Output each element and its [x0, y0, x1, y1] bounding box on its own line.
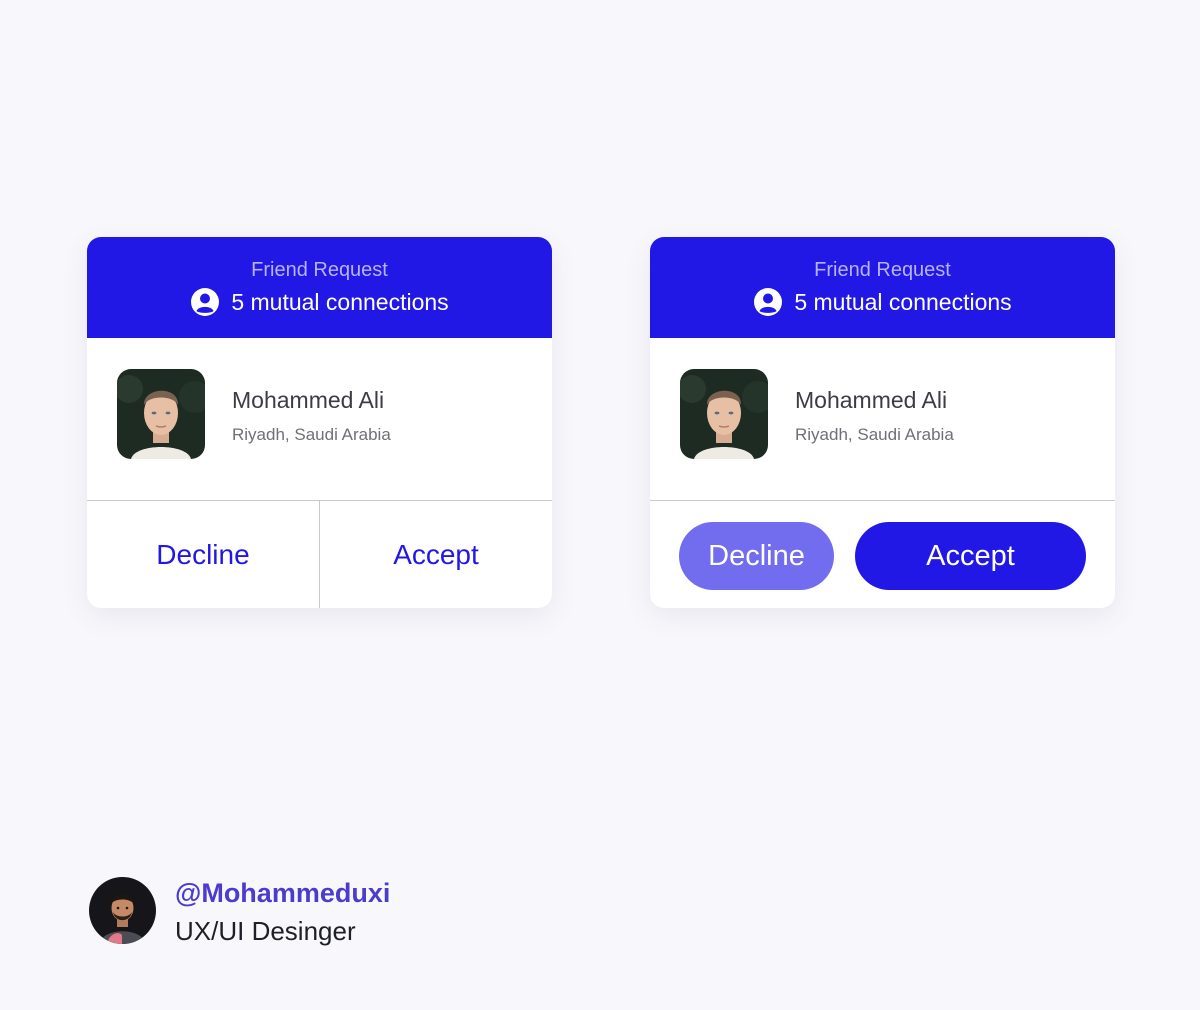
profile-section: Mohammed Ali Riyadh, Saudi Arabia: [650, 338, 1115, 501]
author-avatar[interactable]: [89, 877, 156, 944]
mutual-connections-text: 5 mutual connections: [794, 289, 1012, 315]
profile-location: Riyadh, Saudi Arabia: [232, 425, 391, 444]
author-handle: @Mohammeduxi: [175, 878, 391, 908]
accept-button[interactable]: Accept: [320, 501, 552, 608]
card-header: Friend Request 5 mutual connections: [87, 237, 552, 338]
card-header: Friend Request 5 mutual connections: [650, 237, 1115, 338]
decline-button[interactable]: Decline: [679, 522, 834, 590]
friend-request-card: Friend Request 5 mutual connections Moha…: [650, 237, 1115, 608]
accept-button[interactable]: Accept: [855, 522, 1086, 590]
author-role: UX/UI Desinger: [175, 916, 356, 946]
action-bar: Decline Accept: [87, 501, 552, 608]
mutual-connections-text: 5 mutual connections: [231, 289, 449, 315]
author-credit: @Mohammeduxi UX/UI Desinger: [89, 877, 409, 947]
action-bar: Decline Accept: [650, 501, 1115, 608]
profile-name: Mohammed Ali: [232, 387, 385, 413]
decline-button[interactable]: Decline: [87, 501, 319, 608]
card-header-label: Friend Request: [251, 259, 388, 281]
profile-location: Riyadh, Saudi Arabia: [795, 425, 954, 444]
mutual-connections: 5 mutual connections: [650, 287, 1115, 317]
profile-section: Mohammed Ali Riyadh, Saudi Arabia: [87, 338, 552, 501]
card-header-label: Friend Request: [814, 259, 951, 281]
user-circle-icon: [191, 288, 220, 316]
profile-name: Mohammed Ali: [795, 387, 948, 413]
user-circle-icon: [754, 288, 783, 316]
mutual-connections: 5 mutual connections: [87, 287, 552, 317]
friend-request-card: Friend Request 5 mutual connections Moha…: [87, 237, 552, 608]
avatar[interactable]: [680, 369, 768, 459]
avatar[interactable]: [117, 369, 205, 459]
